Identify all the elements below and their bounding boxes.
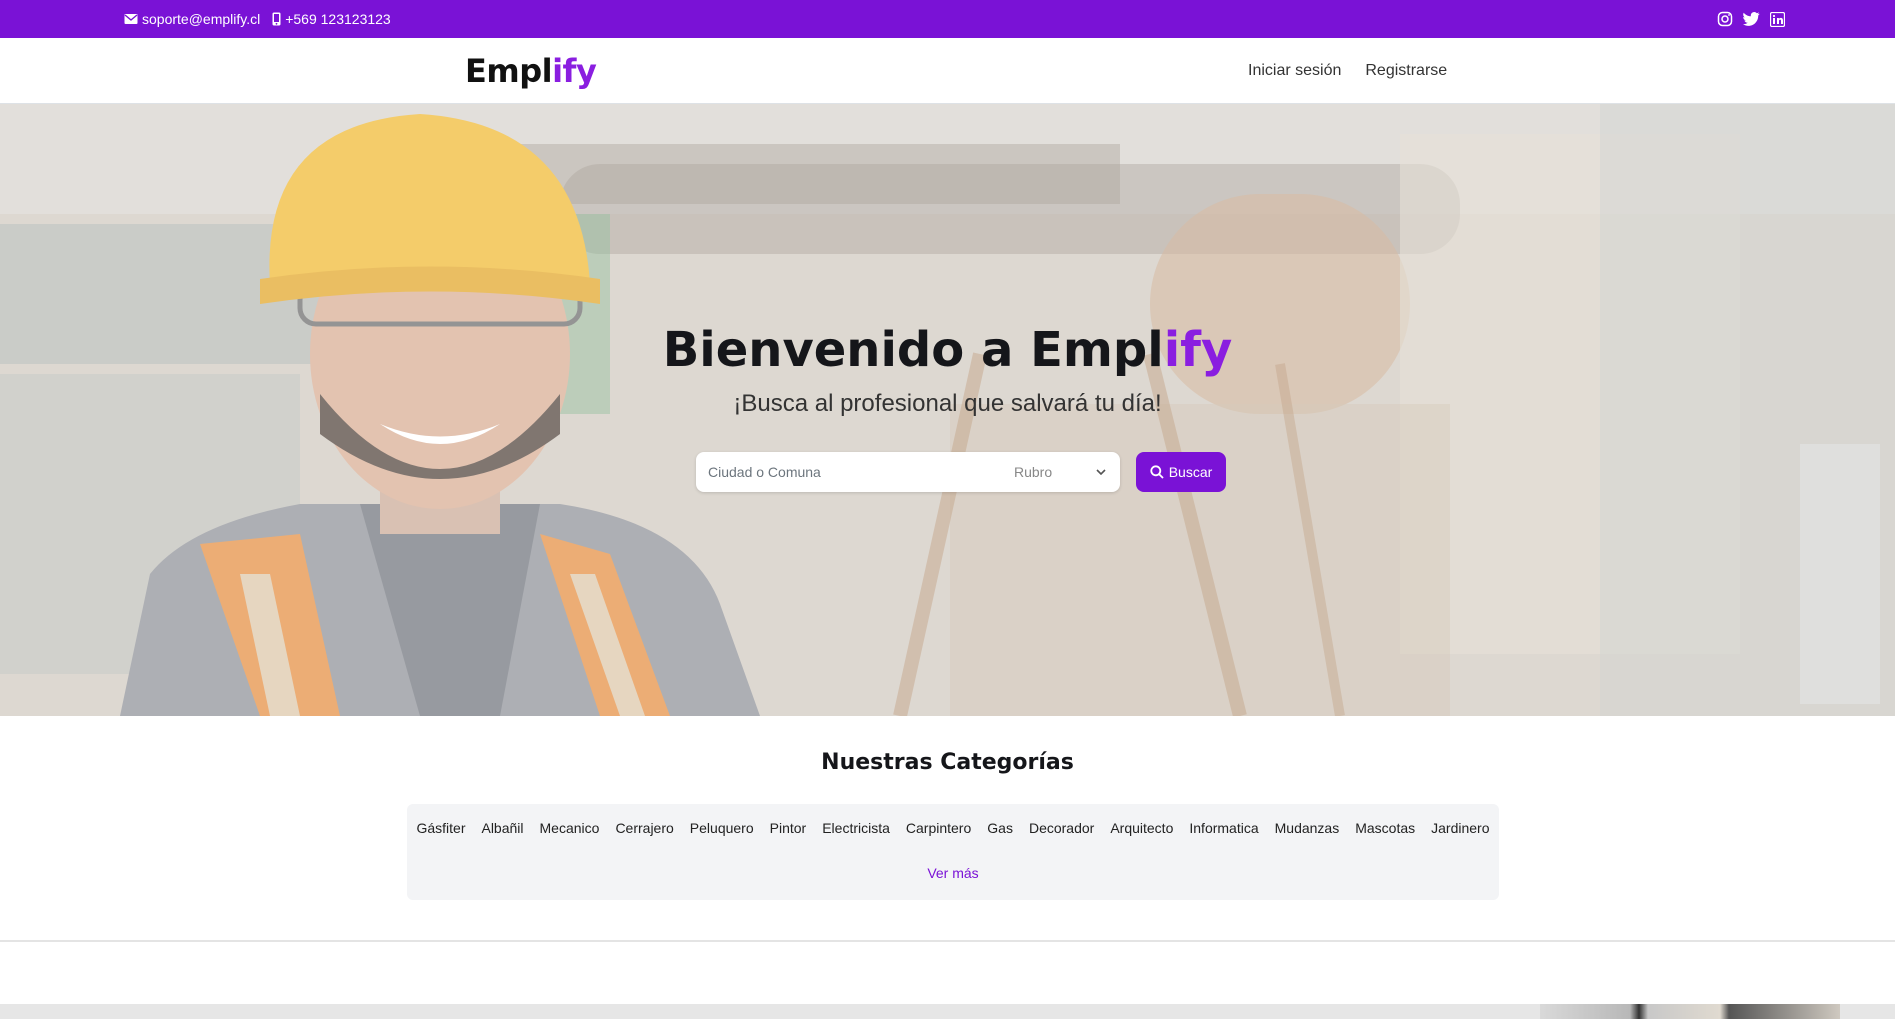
section-divider bbox=[0, 940, 1895, 942]
category-item[interactable]: Peluquero bbox=[690, 820, 754, 836]
email-contact[interactable]: soporte@emplify.cl bbox=[124, 11, 260, 27]
main-navbar: Emplify Iniciar sesión Registrarse bbox=[0, 38, 1895, 104]
brand-prefix: Empl bbox=[465, 52, 553, 90]
category-item[interactable]: Mudanzas bbox=[1275, 820, 1340, 836]
category-item[interactable]: Carpintero bbox=[906, 820, 971, 836]
email-text: soporte@emplify.cl bbox=[142, 11, 261, 27]
category-item[interactable]: Mascotas bbox=[1355, 820, 1415, 836]
category-item[interactable]: Gásfiter bbox=[416, 820, 465, 836]
envelope-icon bbox=[124, 13, 138, 25]
categories-list: Gásfiter Albañil Mecanico Cerrajero Pelu… bbox=[407, 820, 1499, 836]
search-button-label: Buscar bbox=[1168, 464, 1213, 480]
hero-content: Bienvenido a Emplify ¡Busca al profesion… bbox=[0, 104, 1895, 716]
phone-contact[interactable]: +569 123123123 bbox=[272, 11, 391, 27]
categories-title: Nuestras Categorías bbox=[821, 750, 1074, 775]
category-item[interactable]: Albañil bbox=[481, 820, 523, 836]
category-item[interactable]: Arquitecto bbox=[1110, 820, 1173, 836]
hero-title: Bienvenido a Emplify bbox=[0, 322, 1895, 378]
contact-info: soporte@emplify.cl +569 123123123 bbox=[124, 0, 391, 38]
hero-title-prefix: Bienvenido a Empl bbox=[662, 322, 1164, 378]
category-item[interactable]: Pintor bbox=[770, 820, 807, 836]
category-item[interactable]: Jardinero bbox=[1431, 820, 1489, 836]
category-item[interactable]: Decorador bbox=[1029, 820, 1094, 836]
category-item[interactable]: Mecanico bbox=[540, 820, 600, 836]
brand-logo[interactable]: Emplify bbox=[465, 52, 597, 90]
login-link[interactable]: Iniciar sesión bbox=[1248, 62, 1341, 80]
brand-accent: ify bbox=[552, 52, 597, 90]
top-contact-bar: soporte@emplify.cl +569 123123123 bbox=[0, 0, 1895, 38]
phone-text: +569 123123123 bbox=[285, 11, 391, 27]
see-more-link[interactable]: Ver más bbox=[407, 865, 1499, 881]
city-search-input[interactable] bbox=[696, 452, 1000, 492]
chevron-down-icon bbox=[1096, 469, 1106, 475]
category-select[interactable]: Rubro bbox=[1000, 452, 1120, 492]
social-links bbox=[1717, 0, 1785, 38]
mobile-phone-icon bbox=[272, 12, 281, 26]
register-link[interactable]: Registrarse bbox=[1365, 62, 1447, 80]
twitter-icon[interactable] bbox=[1743, 12, 1760, 26]
nav-links: Iniciar sesión Registrarse bbox=[1248, 38, 1447, 104]
instagram-icon[interactable] bbox=[1717, 11, 1733, 27]
search-button[interactable]: Buscar bbox=[1136, 452, 1226, 492]
category-item[interactable]: Cerrajero bbox=[615, 820, 673, 836]
search-icon bbox=[1150, 465, 1164, 479]
category-item[interactable]: Gas bbox=[987, 820, 1013, 836]
search-form: Rubro bbox=[696, 452, 1120, 492]
categories-panel: Gásfiter Albañil Mecanico Cerrajero Pelu… bbox=[407, 804, 1499, 900]
next-section-image bbox=[1540, 1004, 1840, 1019]
hero-section: Bienvenido a Emplify ¡Busca al profesion… bbox=[0, 104, 1895, 716]
category-select-value: Rubro bbox=[1014, 464, 1053, 480]
hero-subtitle: ¡Busca al profesional que salvará tu día… bbox=[733, 390, 1162, 417]
category-item[interactable]: Electricista bbox=[822, 820, 890, 836]
category-item[interactable]: Informatica bbox=[1189, 820, 1258, 836]
linkedin-icon[interactable] bbox=[1770, 11, 1785, 27]
hero-title-accent: ify bbox=[1163, 322, 1233, 378]
